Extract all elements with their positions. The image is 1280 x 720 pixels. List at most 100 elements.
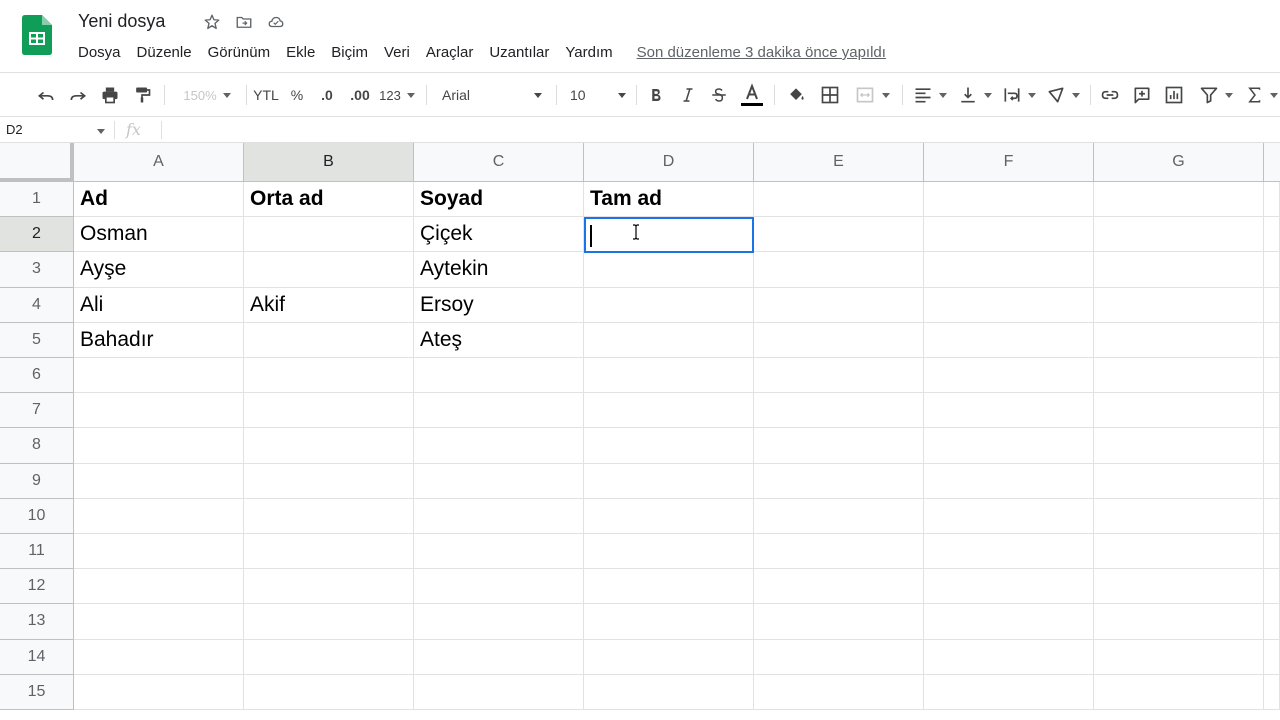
cell-a15[interactable]	[74, 674, 244, 710]
column-header-f[interactable]: F	[924, 143, 1094, 182]
cell-c6[interactable]	[414, 358, 584, 394]
paint-format-icon[interactable]	[130, 83, 154, 107]
cell-h15[interactable]	[1264, 674, 1280, 710]
bold-icon[interactable]	[645, 83, 667, 107]
move-folder-icon[interactable]	[234, 12, 254, 32]
column-header-g[interactable]: G	[1094, 143, 1264, 182]
cell-c12[interactable]	[414, 569, 584, 605]
cell-g12[interactable]	[1094, 569, 1264, 605]
cell-a1[interactable]: Ad	[74, 182, 244, 218]
cell-e7[interactable]	[754, 393, 924, 429]
cell-g11[interactable]	[1094, 534, 1264, 570]
cell-b3[interactable]	[244, 252, 414, 288]
cell-d12[interactable]	[584, 569, 754, 605]
menu-yardim[interactable]: Yardım	[565, 44, 612, 61]
cell-f15[interactable]	[924, 674, 1094, 710]
decrease-decimals-button[interactable]: .0	[314, 83, 340, 107]
cell-b14[interactable]	[244, 639, 414, 675]
star-icon[interactable]	[202, 12, 222, 32]
chevron-down-icon[interactable]	[97, 129, 105, 134]
row-header-3[interactable]: 3	[0, 252, 74, 288]
cell-c13[interactable]	[414, 604, 584, 640]
horizontal-align-icon[interactable]	[910, 83, 950, 107]
menu-araclar[interactable]: Araçlar	[426, 44, 474, 61]
cell-a11[interactable]	[74, 534, 244, 570]
column-header-h[interactable]	[1264, 143, 1280, 182]
cell-h7[interactable]	[1264, 393, 1280, 429]
undo-icon[interactable]	[34, 83, 58, 107]
row-header-7[interactable]: 7	[0, 393, 74, 429]
currency-format-button[interactable]: YTL	[252, 83, 280, 107]
cell-e6[interactable]	[754, 358, 924, 394]
more-formats-button[interactable]: 123	[378, 83, 416, 107]
font-family-select[interactable]: Arial	[436, 83, 546, 107]
cell-f2[interactable]	[924, 217, 1094, 253]
cell-a13[interactable]	[74, 604, 244, 640]
cell-a3[interactable]: Ayşe	[74, 252, 244, 288]
cell-d1[interactable]: Tam ad	[584, 182, 754, 218]
cell-f3[interactable]	[924, 252, 1094, 288]
row-header-14[interactable]: 14	[0, 639, 74, 675]
cell-e3[interactable]	[754, 252, 924, 288]
column-header-c[interactable]: C	[414, 143, 584, 182]
cell-e2[interactable]	[754, 217, 924, 253]
cell-e1[interactable]	[754, 182, 924, 218]
cell-h9[interactable]	[1264, 463, 1280, 499]
cell-g13[interactable]	[1094, 604, 1264, 640]
cell-c4[interactable]: Ersoy	[414, 287, 584, 323]
menu-bicim[interactable]: Biçim	[331, 44, 368, 61]
cell-b7[interactable]	[244, 393, 414, 429]
cell-e5[interactable]	[754, 322, 924, 358]
cell-e8[interactable]	[754, 428, 924, 464]
cell-f5[interactable]	[924, 322, 1094, 358]
row-header-5[interactable]: 5	[0, 322, 74, 358]
cell-h6[interactable]	[1264, 358, 1280, 394]
percent-format-button[interactable]: %	[287, 83, 307, 107]
cell-a2[interactable]: Osman	[74, 217, 244, 253]
text-rotation-icon[interactable]	[1043, 83, 1083, 107]
cell-g5[interactable]	[1094, 322, 1264, 358]
italic-icon[interactable]	[677, 83, 699, 107]
cell-a7[interactable]	[74, 393, 244, 429]
cell-g15[interactable]	[1094, 674, 1264, 710]
cell-b2[interactable]	[244, 217, 414, 253]
cell-f8[interactable]	[924, 428, 1094, 464]
cell-d4[interactable]	[584, 287, 754, 323]
menu-gorunum[interactable]: Görünüm	[208, 44, 271, 61]
cell-d11[interactable]	[584, 534, 754, 570]
last-edit-link[interactable]: Son düzenleme 3 dakika önce yapıldı	[637, 44, 886, 61]
cell-e15[interactable]	[754, 674, 924, 710]
zoom-select[interactable]: 150%	[176, 83, 238, 107]
menu-duzenle[interactable]: Düzenle	[137, 44, 192, 61]
cell-a6[interactable]	[74, 358, 244, 394]
column-header-e[interactable]: E	[754, 143, 924, 182]
menu-ekle[interactable]: Ekle	[286, 44, 315, 61]
strikethrough-icon[interactable]	[708, 83, 730, 107]
column-header-b[interactable]: B	[244, 143, 414, 182]
cell-d7[interactable]	[584, 393, 754, 429]
row-header-10[interactable]: 10	[0, 498, 74, 534]
cell-c5[interactable]: Ateş	[414, 322, 584, 358]
cell-c14[interactable]	[414, 639, 584, 675]
cell-b4[interactable]: Akif	[244, 287, 414, 323]
cell-e14[interactable]	[754, 639, 924, 675]
vertical-align-icon[interactable]	[955, 83, 995, 107]
cell-g3[interactable]	[1094, 252, 1264, 288]
font-size-select[interactable]: 10	[564, 83, 628, 107]
cell-e9[interactable]	[754, 463, 924, 499]
cell-d6[interactable]	[584, 358, 754, 394]
cell-b1[interactable]: Orta ad	[244, 182, 414, 218]
cell-f12[interactable]	[924, 569, 1094, 605]
cell-g7[interactable]	[1094, 393, 1264, 429]
cell-d14[interactable]	[584, 639, 754, 675]
cell-c11[interactable]	[414, 534, 584, 570]
text-color-icon[interactable]	[739, 83, 765, 107]
cell-b11[interactable]	[244, 534, 414, 570]
cell-h8[interactable]	[1264, 428, 1280, 464]
cell-e12[interactable]	[754, 569, 924, 605]
increase-decimals-button[interactable]: .00	[346, 83, 374, 107]
cell-a14[interactable]	[74, 639, 244, 675]
cell-d8[interactable]	[584, 428, 754, 464]
cell-a9[interactable]	[74, 463, 244, 499]
cell-h5[interactable]	[1264, 322, 1280, 358]
